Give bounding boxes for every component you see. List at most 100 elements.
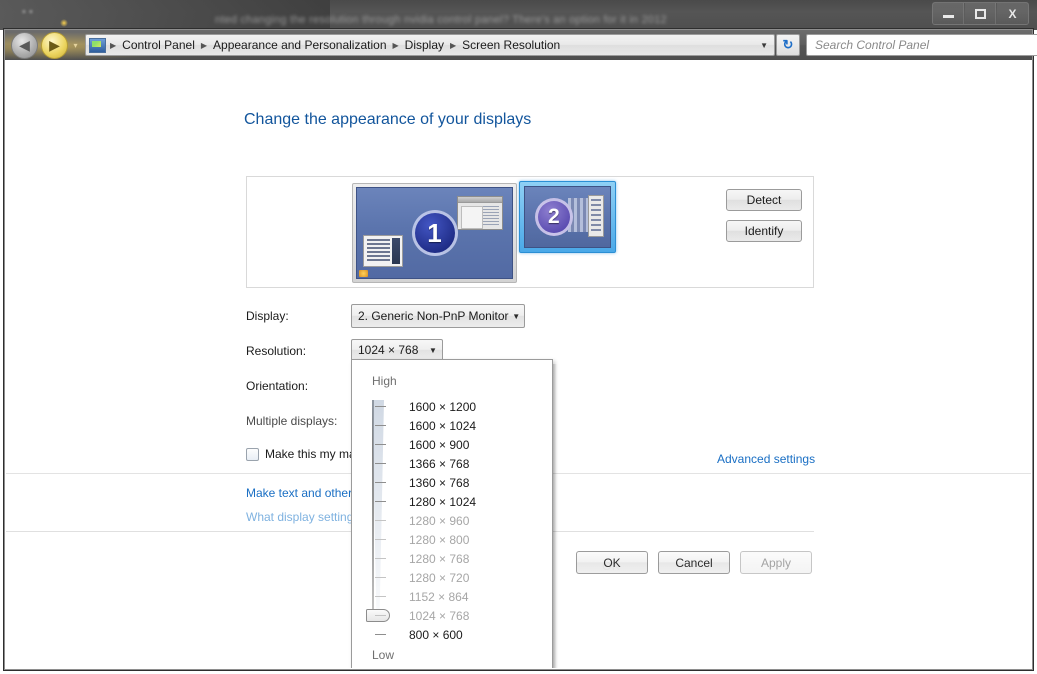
resolution-option-label: 1280 × 768 <box>409 551 470 566</box>
breadcrumb-item-display[interactable]: Display <box>401 36 448 54</box>
minimize-button[interactable] <box>933 3 964 24</box>
breadcrumb-separator-icon[interactable]: ▶ <box>199 41 209 50</box>
address-chevron-down-icon[interactable]: ▼ <box>760 41 772 50</box>
search-box[interactable]: Search Control Panel ⌕ <box>806 34 1037 56</box>
chevron-down-icon: ▼ <box>429 345 437 355</box>
resolution-option-label: 800 × 600 <box>409 627 463 642</box>
slider-tick-mark <box>375 444 386 445</box>
breadcrumb-item-screen-resolution[interactable]: Screen Resolution <box>458 36 564 54</box>
slider-tick-mark <box>375 596 386 597</box>
display-label: Display: <box>246 309 289 323</box>
resolution-option[interactable]: 1366 × 768 <box>375 454 548 473</box>
breadcrumb-separator-icon[interactable]: ▶ <box>448 41 458 50</box>
close-button[interactable]: X <box>997 3 1028 24</box>
flyout-shadow <box>553 364 557 668</box>
what-display-settings-link[interactable]: What display setting <box>246 510 353 524</box>
screen-resolution-window: ◀ ▶ ▾ ▶ Control Panel ▶ Appearance and P… <box>3 28 1037 671</box>
chevron-down-icon: ▼ <box>512 311 521 321</box>
resolution-option[interactable]: 1280 × 1024 <box>375 492 548 511</box>
refresh-button[interactable]: ↻ <box>776 34 800 56</box>
resolution-dropdown-flyout[interactable]: High Low 1600 × 1200 1600 × 1024 1600 × 90… <box>351 359 553 668</box>
monitor-2-preview[interactable]: 2 <box>519 181 616 253</box>
window-glyph-lines <box>482 206 499 227</box>
resolution-option-label: 1280 × 960 <box>409 513 470 528</box>
resolution-slider-track[interactable] <box>372 400 384 622</box>
apply-button: Apply <box>740 551 812 574</box>
search-input[interactable]: Search Control Panel <box>815 38 1037 52</box>
slider-tick-mark <box>375 406 386 407</box>
calendar-glyph-icon <box>588 195 604 237</box>
start-orb-icon <box>359 270 368 277</box>
multiple-displays-label: Multiple displays: <box>246 414 338 428</box>
display-select[interactable]: 2. Generic Non-PnP Monitor ▼ <box>351 304 525 328</box>
make-main-display-row[interactable]: Make this my ma <box>246 447 356 461</box>
calendar-glyph-lines <box>591 199 601 234</box>
resolution-option-label: 1600 × 1200 <box>409 399 477 414</box>
cancel-button[interactable]: Cancel <box>658 551 730 574</box>
resolution-option-label: 1600 × 900 <box>409 437 470 452</box>
resolution-option-label: 1280 × 800 <box>409 532 470 547</box>
slider-tick-mark <box>375 634 386 635</box>
document-glyph-icon <box>363 235 403 267</box>
back-button[interactable]: ◀ <box>11 31 38 59</box>
resolution-option[interactable]: 1280 × 960 <box>375 511 548 530</box>
resolution-option[interactable]: 1024 × 768 <box>375 606 548 625</box>
resolution-option-label: 1366 × 768 <box>409 456 470 471</box>
make-main-display-label: Make this my ma <box>265 447 356 461</box>
monitor-2-screen: 2 <box>524 186 611 248</box>
make-main-display-checkbox[interactable] <box>246 447 259 461</box>
slider-low-label: Low <box>372 648 395 662</box>
resolution-option-label: 1024 × 768 <box>409 608 470 623</box>
slider-tick-mark <box>375 577 386 578</box>
maximize-button[interactable] <box>965 3 996 24</box>
breadcrumb-separator-icon[interactable]: ▶ <box>108 41 118 50</box>
breadcrumb-separator-icon[interactable]: ▶ <box>391 41 401 50</box>
screenshot-root: ▪ ▪ nted changing the resolution through… <box>0 0 1037 674</box>
breadcrumb-item-control-panel[interactable]: Control Panel <box>118 36 199 54</box>
resolution-option[interactable]: 1280 × 800 <box>375 530 548 549</box>
document-glyph-bar <box>392 238 400 264</box>
resolution-option[interactable]: 1152 × 864 <box>375 587 548 606</box>
resolution-option[interactable]: 1280 × 720 <box>375 568 548 587</box>
window-glyph-icon <box>457 196 503 230</box>
window-inner: ◀ ▶ ▾ ▶ Control Panel ▶ Appearance and P… <box>4 29 1037 670</box>
recent-pages-chevron-down-icon[interactable]: ▾ <box>69 41 82 50</box>
slider-high-label: High <box>372 374 397 388</box>
desktop-background-text: nted changing the resolution through nvi… <box>215 14 667 26</box>
resolution-option[interactable]: 1600 × 900 <box>375 435 548 454</box>
resolution-option[interactable]: 1280 × 768 <box>375 549 548 568</box>
desktop-spark <box>60 19 68 27</box>
resolution-option[interactable]: 800 × 600 <box>375 625 548 644</box>
window-controls: X <box>932 2 1029 25</box>
slider-tick-mark <box>375 558 386 559</box>
slider-tick-mark <box>375 501 386 502</box>
resolution-select-value: 1024 × 768 <box>358 343 419 357</box>
address-bar[interactable]: ▶ Control Panel ▶ Appearance and Persona… <box>85 34 775 56</box>
control-panel-icon <box>89 37 106 53</box>
advanced-settings-link[interactable]: Advanced settings <box>717 452 815 466</box>
desktop-backdrop: ▪ ▪ nted changing the resolution through… <box>0 0 1037 30</box>
identify-button[interactable]: Identify <box>726 220 802 242</box>
display-select-value: 2. Generic Non-PnP Monitor <box>358 309 509 323</box>
resolution-select[interactable]: 1024 × 768 ▼ <box>351 339 443 361</box>
monitor-1-preview[interactable]: 1 <box>352 183 517 283</box>
display-preview-box: 1 2 Detect Identify <box>246 176 814 288</box>
make-text-larger-link[interactable]: Make text and other <box>246 486 352 500</box>
resolution-option-label: 1152 × 864 <box>409 589 469 604</box>
breadcrumb-item-appearance[interactable]: Appearance and Personalization <box>209 36 390 54</box>
back-arrow-icon: ◀ <box>19 37 30 53</box>
slider-tick-mark <box>375 520 386 521</box>
slider-tick-mark <box>375 615 386 616</box>
resolution-option[interactable]: 1600 × 1024 <box>375 416 548 435</box>
slider-tick-mark <box>375 463 386 464</box>
forward-button[interactable]: ▶ <box>41 31 68 59</box>
resolution-option[interactable]: 1360 × 768 <box>375 473 548 492</box>
ok-button[interactable]: OK <box>576 551 648 574</box>
page-body: Change the appearance of your displays 1 <box>6 61 1031 668</box>
monitor-1-number: 1 <box>411 210 458 256</box>
resolution-option[interactable]: 1600 × 1200 <box>375 397 548 416</box>
slider-tick-mark <box>375 539 386 540</box>
detect-button[interactable]: Detect <box>726 189 802 211</box>
navigation-toolbar: ◀ ▶ ▾ ▶ Control Panel ▶ Appearance and P… <box>5 30 1037 60</box>
desktop-corner-dots: ▪ ▪ <box>22 6 33 18</box>
